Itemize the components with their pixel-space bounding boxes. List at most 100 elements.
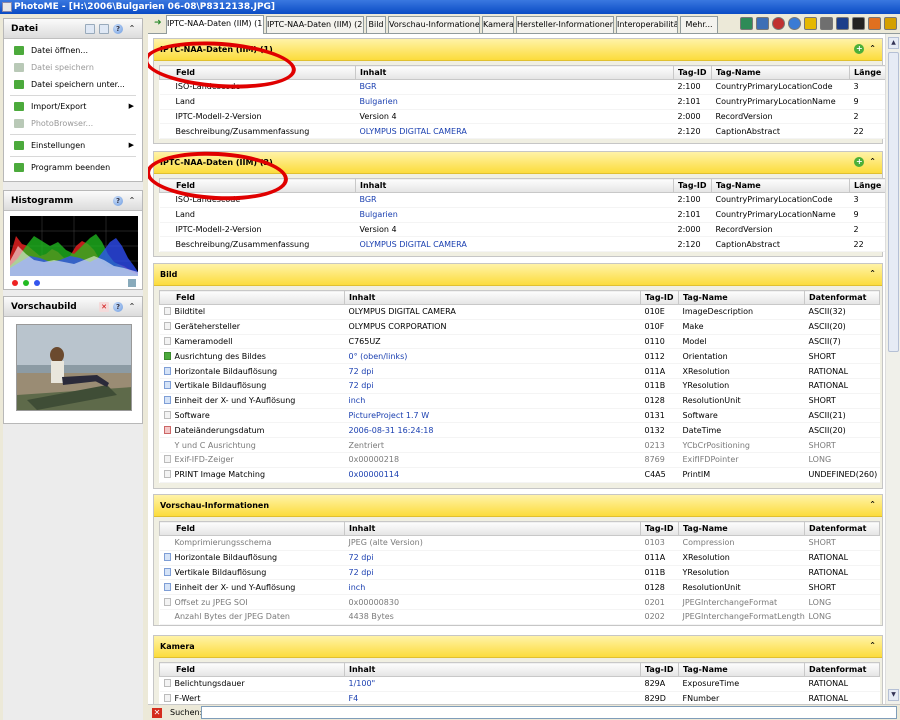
histogram-mode-icon[interactable] (128, 279, 136, 287)
help-icon[interactable]: ? (113, 196, 123, 206)
table-row[interactable]: Beschreibung/Zusammenfassung OLYMPUS DIGI… (159, 236, 890, 253)
table-row[interactable]: F-Wert F4 829D FNumber RATIONAL (159, 691, 880, 704)
column-header[interactable]: Datenformat (804, 290, 880, 305)
collapse-icon[interactable]: ⌃ (127, 24, 137, 34)
table-row[interactable]: ISO-Landescode BGR 2:100 CountryPrimaryLoca… (159, 192, 890, 208)
file-panel-header[interactable]: Datei ? ⌃ (4, 19, 142, 39)
file-menu-item[interactable]: Programm beenden (4, 159, 142, 176)
illustrator-icon[interactable] (868, 17, 881, 30)
column-header[interactable]: Tag-Name (678, 662, 805, 677)
collapse-icon[interactable]: ⌃ (869, 500, 876, 510)
column-header[interactable]: Inhalt (344, 521, 641, 536)
acdsee-icon[interactable] (852, 17, 865, 30)
column-header[interactable]: Tag-Name (711, 178, 850, 193)
table-row[interactable]: Land Bulgarien 2:101 CountryPrimaryLocation… (159, 94, 890, 110)
tab-3[interactable]: Vorschau-Informationen (388, 16, 480, 33)
new-window-icon[interactable] (85, 24, 95, 34)
play-arrow-icon[interactable]: ➜ (154, 18, 163, 28)
table-row[interactable]: Bildtitel OLYMPUS DIGITAL CAMERA 010E Image… (159, 304, 880, 320)
file-menu-item[interactable]: Datei speichern unter... (4, 76, 142, 93)
column-header[interactable]: Tag-Name (711, 65, 850, 80)
column-header[interactable]: Tag-ID (673, 65, 712, 80)
table-row[interactable]: Offset zu JPEG SOI 0x00000830 0201 JPEGInte… (159, 594, 880, 610)
column-header[interactable]: Feld (159, 65, 356, 80)
collapse-icon[interactable]: ⌃ (127, 196, 137, 206)
column-header[interactable]: Feld (159, 178, 356, 193)
table-row[interactable]: Horizontale Bildauflösung 72 dpi 011A XReso… (159, 550, 880, 566)
collapse-icon[interactable]: ⌃ (869, 157, 876, 167)
search-input[interactable] (201, 706, 897, 719)
table-row[interactable]: ISO-Landescode BGR 2:100 CountryPrimaryLoca… (159, 79, 890, 95)
column-header[interactable]: Inhalt (355, 65, 674, 80)
table-row[interactable]: Exif-IFD-Zeiger 0x00000218 8769 ExifIFDPoin… (159, 452, 880, 468)
file-menu-item[interactable]: Import/Export ▶ (4, 98, 142, 115)
tab-4[interactable]: Kamera (482, 16, 514, 33)
table-row[interactable]: Beschreibung/Zusammenfassung OLYMPUS DIGI… (159, 123, 890, 140)
table-row[interactable]: Ausrichtung des Bildes 0° (oben/links) 011… (159, 348, 880, 365)
column-header[interactable]: Länge (849, 178, 890, 193)
column-header[interactable]: Inhalt (344, 662, 641, 677)
column-header[interactable]: Inhalt (355, 178, 674, 193)
help-icon[interactable]: ? (113, 24, 123, 34)
table-row[interactable]: IPTC-Modell-2-Version Version 4 2:000 Recor… (159, 109, 890, 125)
export-icon[interactable] (740, 17, 753, 30)
section-vorschau-header[interactable]: Vorschau-Informationen ⌃ (154, 495, 882, 517)
red-channel-dot[interactable] (12, 280, 18, 286)
tab-1[interactable]: IPTC-NAA-Daten (IIM) (2) (266, 16, 364, 33)
table-row[interactable]: Gerätehersteller OLYMPUS CORPORATION 010F M… (159, 319, 880, 335)
column-header[interactable]: Tag-Name (678, 290, 805, 305)
section-iptc1-header[interactable]: IPTC-NAA-Daten (IIM) (1) + ⌃ (154, 39, 882, 61)
section-kamera-header[interactable]: Kamera ⌃ (154, 636, 882, 658)
column-header[interactable]: Tag-Name (678, 521, 805, 536)
browser-icon[interactable] (788, 17, 801, 30)
column-header[interactable]: Feld (159, 521, 345, 536)
add-icon[interactable]: + (854, 44, 865, 54)
table-row[interactable]: Software PictureProject 1.7 W 0131 Software… (159, 408, 880, 424)
tab-0[interactable]: IPTC-NAA-Daten (IIM) (1) (166, 15, 264, 34)
table-row[interactable]: Einheit der X- und Y-Auflösung inch 0128 Re… (159, 393, 880, 409)
table-row[interactable]: PRINT Image Matching 0x00000114 C4A5 PrintI… (159, 467, 880, 483)
folder-icon[interactable] (804, 17, 817, 30)
collapse-icon[interactable]: ⌃ (869, 44, 876, 54)
stop-icon[interactable] (772, 17, 785, 30)
scroll-up-button[interactable]: ▲ (888, 37, 899, 49)
column-header[interactable]: Feld (159, 662, 345, 677)
tab-5[interactable]: Hersteller-Informationen (516, 16, 614, 33)
column-header[interactable]: Tag-ID (640, 521, 679, 536)
green-channel-dot[interactable] (23, 280, 29, 286)
help-icon[interactable]: ? (113, 302, 123, 312)
column-header[interactable]: Inhalt (344, 290, 641, 305)
vertical-scrollbar[interactable]: ▲ ▼ (885, 34, 900, 704)
histogram-panel-header[interactable]: Histogramm ? ⌃ (4, 191, 142, 211)
column-header[interactable]: Datenformat (804, 521, 880, 536)
table-row[interactable]: Vertikale Bildauflösung 72 dpi 011B YResolu… (159, 378, 880, 394)
file-menu-item[interactable]: Einstellungen ▶ (4, 137, 142, 154)
add-icon[interactable]: + (854, 157, 865, 167)
photoshop-icon[interactable] (836, 17, 849, 30)
table-row[interactable]: Belichtungsdauer 1/100" 829A ExposureTime RA… (159, 676, 880, 692)
column-header[interactable]: Datenformat (804, 662, 880, 677)
section-iptc2-header[interactable]: IPTC-NAA-Daten (IIM) (2) + ⌃ (154, 152, 882, 174)
tab-7[interactable]: Mehr... (680, 16, 718, 33)
column-header[interactable]: Tag-ID (640, 290, 679, 305)
table-row[interactable]: Land Bulgarien 2:101 CountryPrimaryLocation… (159, 207, 890, 223)
column-header[interactable]: Tag-ID (673, 178, 712, 193)
preview-panel-header[interactable]: Vorschaubild ✕ ? ⌃ (4, 297, 142, 317)
table-row[interactable]: Komprimierungsschema JPEG (alte Version) 0… (159, 535, 880, 551)
file-menu-item[interactable]: Datei öffnen... (4, 42, 142, 59)
column-header[interactable]: Tag-ID (640, 662, 679, 677)
table-row[interactable]: Anzahl Bytes der JPEG Daten 4438 Bytes 020… (159, 609, 880, 625)
table-row[interactable]: Horizontale Bildauflösung 72 dpi 011A XReso… (159, 363, 880, 379)
collapse-icon[interactable]: ⌃ (869, 269, 876, 279)
image-icon[interactable] (756, 17, 769, 30)
table-row[interactable]: Y und C Ausrichtung Zentriert 0213 YCbCrPos… (159, 437, 880, 453)
collapse-icon[interactable]: ⌃ (869, 641, 876, 651)
table-row[interactable]: Dateiänderungsdatum 2006-08-31 16:24:18 01… (159, 422, 880, 439)
section-bild-header[interactable]: Bild ⌃ (154, 264, 882, 286)
close-search-icon[interactable]: ✕ (152, 708, 162, 718)
search-icon[interactable] (99, 24, 109, 34)
table-row[interactable]: Kameramodell C765UZ 0110 Model ASCII(7) (159, 334, 880, 350)
tab-6[interactable]: Interoperabilität (616, 16, 678, 33)
table-row[interactable]: IPTC-Modell-2-Version Version 4 2:000 Recor… (159, 222, 890, 238)
scroll-down-button[interactable]: ▼ (888, 689, 899, 701)
